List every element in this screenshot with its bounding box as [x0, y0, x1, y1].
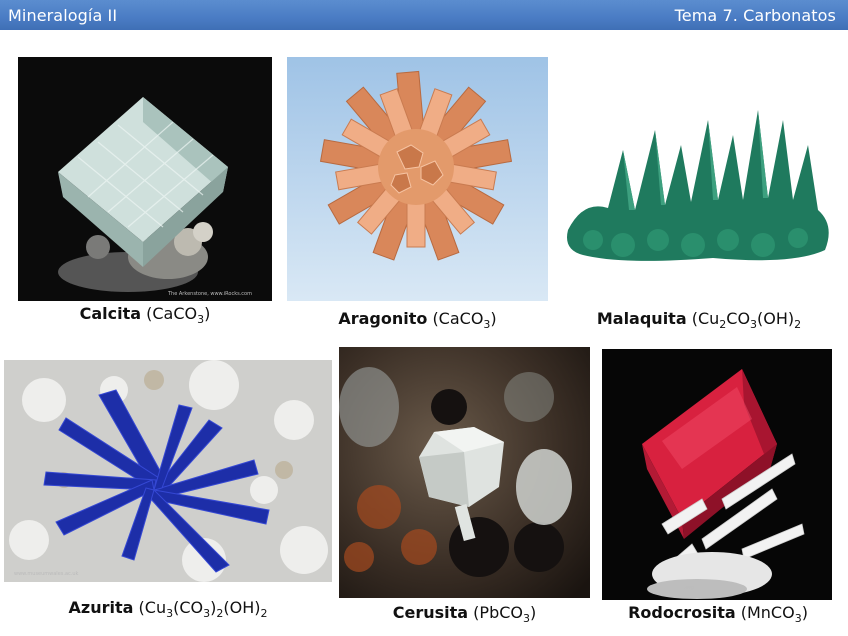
mineral-name: Aragonito — [338, 309, 428, 328]
mineral-name: Calcita — [79, 304, 142, 323]
formula-text: (Cu — [138, 598, 167, 617]
calcita-watermark: The Arkenstone, www.iRocks.com — [167, 291, 252, 297]
topic-title: Tema 7. Carbonatos — [674, 5, 836, 25]
mineral-formula: (Cu2CO3(OH)2 — [691, 309, 802, 331]
aragonito-caption: Aragonito (CaCO3) — [287, 309, 548, 330]
azurita-photo: www.museumwales.ac.uk — [4, 360, 332, 582]
mineral-formula: (CaCO3) — [146, 304, 211, 325]
rodocrosita-watermark: .org — [684, 585, 694, 591]
rodocrosita-photo: .org — [602, 349, 832, 600]
cerusita-caption: Cerusita (PbCO3) — [339, 603, 590, 625]
formula-text: (CaCO — [432, 309, 484, 328]
formula-text: (MnCO — [740, 603, 795, 622]
formula-text: (CaCO — [146, 304, 198, 323]
formula-text: (OH) — [223, 598, 261, 617]
malaquita-caption: Malaquita (Cu2CO3(OH)2 — [563, 309, 835, 331]
mineral-formula: (MnCO3) — [740, 603, 808, 625]
slide-header: Mineralogía II Tema 7. Carbonatos — [0, 0, 848, 30]
formula-subscript: 3 — [750, 318, 758, 331]
mineral-formula: (CaCO3) — [432, 309, 497, 330]
formula-text: ) — [490, 309, 497, 328]
mineral-formula: (PbCO3) — [473, 603, 537, 625]
mineral-name: Azurita — [68, 598, 134, 617]
malaquita-photo — [563, 90, 835, 270]
azurita-caption: Azurita (Cu3(CO3)2(OH)2 — [4, 598, 332, 620]
formula-text: (CO — [173, 598, 204, 617]
calcita-caption: Calcita (CaCO3) — [18, 304, 272, 325]
formula-text: ) — [204, 304, 211, 323]
mineral-name: Malaquita — [596, 309, 687, 328]
formula-subscript: 2 — [794, 318, 802, 331]
formula-text: (PbCO — [473, 603, 523, 622]
cerusita-photo — [339, 347, 590, 598]
formula-text: ) — [529, 603, 537, 622]
mineral-name: Cerusita — [392, 603, 469, 622]
formula-text: (Cu — [691, 309, 720, 328]
formula-subscript: 3 — [522, 612, 530, 625]
formula-subscript: 2 — [260, 607, 268, 620]
azurita-watermark: www.museumwales.ac.uk — [14, 571, 79, 577]
mineral-formula: (Cu3(CO3)2(OH)2 — [138, 598, 268, 620]
mineral-name: Rodocrosita — [628, 603, 736, 622]
formula-text: ) — [801, 603, 808, 622]
formula-text: (OH) — [757, 309, 795, 328]
formula-subscript: 3 — [794, 612, 802, 625]
aragonito-photo — [287, 57, 548, 301]
calcita-photo: The Arkenstone, www.iRocks.com — [18, 57, 272, 301]
course-title: Mineralogía II — [8, 5, 118, 25]
rodocrosita-caption: Rodocrosita (MnCO3) — [602, 603, 834, 625]
formula-text: CO — [726, 309, 751, 328]
